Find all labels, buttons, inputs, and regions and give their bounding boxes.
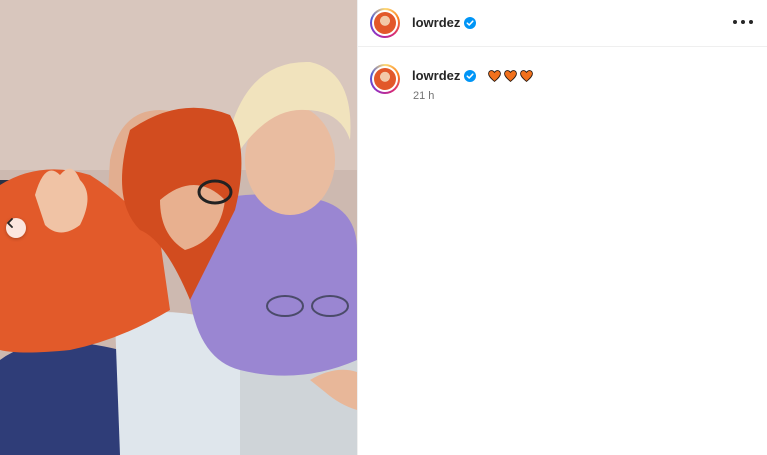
orange-heart-icon [488, 69, 502, 82]
orange-heart-icon [520, 69, 534, 82]
post-side-panel: lowrdez lowrdez 21 h [357, 0, 767, 455]
photo-illustration [0, 0, 357, 455]
author-avatar[interactable] [370, 8, 400, 38]
more-options-icon[interactable] [733, 14, 753, 30]
verified-badge-icon [464, 16, 477, 29]
author-username[interactable]: lowrdez [412, 15, 477, 30]
caption-line: lowrdez [412, 68, 534, 83]
caption-emojis [488, 69, 534, 82]
carousel-prev-button[interactable] [6, 218, 26, 238]
verified-badge-icon [464, 69, 477, 82]
post-header: lowrdez [358, 0, 767, 47]
post-timestamp[interactable]: 21 h [413, 90, 434, 102]
author-username-text[interactable]: lowrdez [412, 15, 460, 30]
orange-heart-icon [504, 69, 518, 82]
comment-avatar[interactable] [370, 64, 400, 94]
post-photo[interactable] [0, 0, 357, 455]
caption-username[interactable]: lowrdez [412, 68, 460, 83]
chevron-left-icon [7, 218, 13, 228]
